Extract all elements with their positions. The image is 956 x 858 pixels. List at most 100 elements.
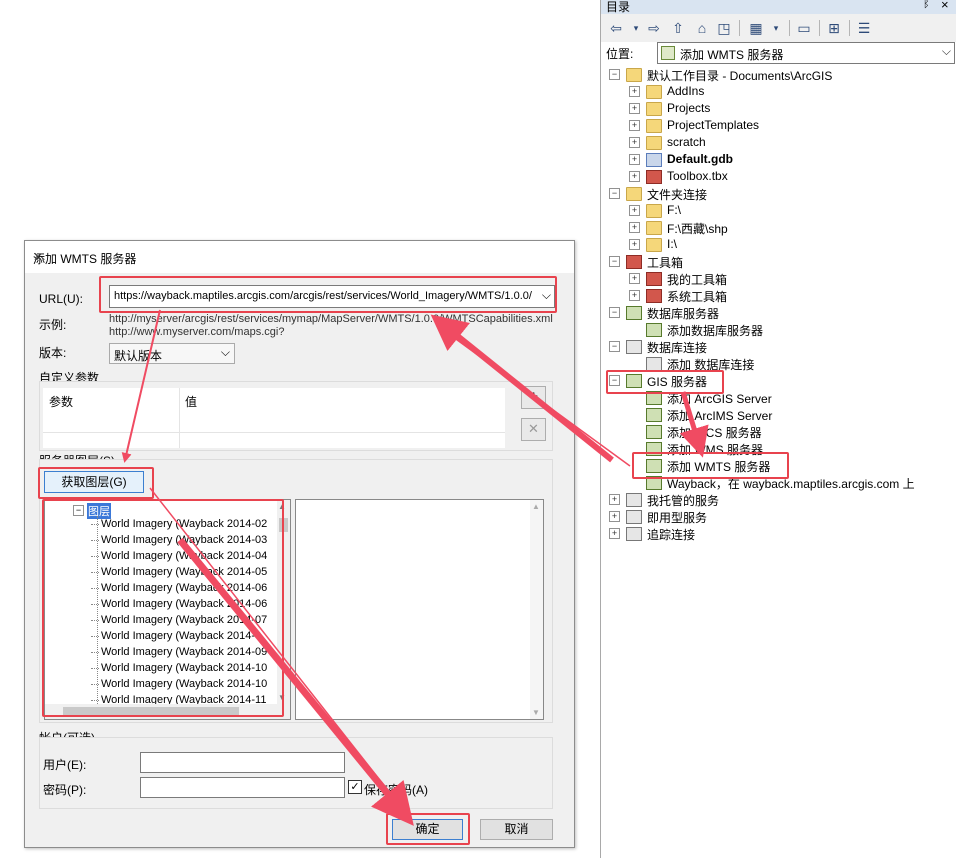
toolbox-icon	[646, 272, 662, 286]
expand-icon[interactable]: +	[609, 494, 620, 505]
add-icon: +	[529, 388, 538, 405]
database-server-icon	[626, 306, 642, 320]
expand-icon[interactable]: +	[629, 273, 640, 284]
save-password-checkbox[interactable]: ✓	[348, 780, 362, 794]
expand-icon[interactable]: +	[629, 120, 640, 131]
delete-icon: ✕	[528, 421, 539, 436]
layer-preview-panel: ▲ ▼	[295, 499, 544, 720]
version-value: 默认版本	[114, 349, 163, 363]
scroll-up-icon[interactable]: ▲	[532, 502, 540, 511]
column-divider	[179, 388, 180, 448]
view-options-icon[interactable]: ▦	[747, 19, 765, 37]
expand-icon[interactable]: +	[629, 290, 640, 301]
tracking-connection-icon	[626, 527, 642, 541]
highlight-url	[99, 276, 557, 313]
tree-item-label: AddIns	[667, 84, 705, 98]
new-folder-icon[interactable]: ▭	[795, 19, 813, 37]
password-label: 密码(P):	[43, 783, 87, 797]
location-label: 位置:	[606, 47, 634, 61]
account-group	[39, 737, 553, 809]
user-label: 用户(E):	[43, 758, 87, 772]
highlight-layers-list	[42, 499, 284, 717]
toolbar-separator	[739, 20, 740, 36]
close-icon[interactable]: ✕	[33, 250, 564, 264]
tree-item-label: 添加数据库服务器	[667, 324, 764, 338]
tree-item-label: 我托管的服务	[647, 494, 720, 508]
options-icon[interactable]: ☰	[855, 19, 873, 37]
expand-icon[interactable]: +	[629, 205, 640, 216]
tree-item-label: 默认工作目录 - Documents\ArcGIS	[647, 69, 833, 83]
dialog-title-bar: 添加 WMTS 服务器 ✕	[25, 241, 574, 273]
connect-folder-icon[interactable]: ◳	[715, 19, 733, 37]
tree-item-label: 添加 WCS 服务器	[667, 426, 762, 440]
collapse-icon[interactable]: −	[609, 188, 620, 199]
wmts-server-icon	[661, 46, 675, 60]
expand-icon[interactable]: +	[629, 154, 640, 165]
back-icon[interactable]: ⇦	[607, 19, 625, 37]
forward-icon[interactable]: ⇨	[645, 19, 663, 37]
expand-icon[interactable]: +	[629, 222, 640, 233]
chevron-down-icon[interactable]: ⌵	[942, 44, 951, 59]
expand-icon[interactable]: +	[629, 171, 640, 182]
highlight-ok	[386, 813, 470, 845]
chevron-down-icon[interactable]: ⌵	[221, 345, 230, 360]
tree-item-label: Projects	[667, 101, 711, 115]
custom-params-group: 参数 值 + ✕	[39, 381, 553, 451]
expand-icon[interactable]: +	[629, 239, 640, 250]
toggle-tree-icon[interactable]: ⊞	[825, 19, 843, 37]
highlight-gis-server	[606, 370, 724, 394]
folder-icon	[646, 221, 662, 235]
version-label: 版本:	[39, 346, 67, 360]
add-param-button[interactable]: +	[521, 386, 546, 409]
pin-icon[interactable]: ᛒ	[923, 0, 930, 10]
password-input[interactable]	[140, 777, 345, 798]
tree-item-label: 添加 ArcIMS Server	[667, 409, 773, 423]
back-dropdown-icon[interactable]: ▾	[627, 19, 645, 37]
collapse-icon[interactable]: −	[609, 256, 620, 267]
remove-param-button[interactable]: ✕	[521, 418, 546, 441]
home-folder-icon	[626, 68, 642, 82]
highlight-get-layers	[38, 467, 154, 499]
example-url-1: http://myserver/arcgis/rest/services/mym…	[109, 313, 553, 325]
tree-item-label: 工具箱	[647, 256, 684, 270]
expand-icon[interactable]: +	[629, 137, 640, 148]
tree-item-label: 我的工具箱	[667, 273, 728, 287]
cancel-button[interactable]: 取消	[480, 819, 553, 840]
expand-icon[interactable]: +	[629, 86, 640, 97]
home-icon[interactable]: ⌂	[693, 19, 711, 37]
collapse-icon[interactable]: −	[609, 69, 620, 80]
geodatabase-icon	[646, 153, 662, 167]
expand-icon[interactable]: +	[609, 511, 620, 522]
collapse-icon[interactable]: −	[609, 307, 620, 318]
close-icon[interactable]: ×	[941, 0, 949, 12]
catalog-title: 目录	[606, 0, 631, 14]
catalog-window: 目录 ᛒ × ⇦ ▾ ⇨ ⇧ ⌂ ◳ ▦ ▾ ▭ ⊞ ☰ 位置: 添加 WMTS…	[600, 0, 956, 858]
collapse-icon[interactable]: −	[609, 341, 620, 352]
params-grid[interactable]: 参数 值	[43, 388, 505, 448]
toolbar-separator	[849, 20, 850, 36]
expand-icon[interactable]: +	[609, 528, 620, 539]
location-combobox[interactable]: 添加 WMTS 服务器 ⌵	[657, 42, 955, 64]
tree-item-label: scratch	[667, 135, 706, 149]
user-input[interactable]	[140, 752, 345, 773]
catalog-title-bar: 目录 ᛒ ×	[601, 0, 956, 14]
tree-item-label: Toolbox.tbx	[667, 169, 728, 183]
add-server-icon	[646, 323, 662, 337]
expand-icon[interactable]: +	[629, 103, 640, 114]
scroll-down-icon[interactable]: ▼	[532, 708, 540, 717]
save-password-label: 保存密码(A)	[364, 783, 428, 797]
up-level-icon[interactable]: ⇧	[669, 19, 687, 37]
view-dropdown-icon[interactable]: ▾	[767, 19, 785, 37]
version-select[interactable]: 默认版本 ⌵	[109, 343, 235, 364]
tree-item-label: Default.gdb	[667, 152, 733, 166]
toolbar-separator	[789, 20, 790, 36]
database-connection-icon	[626, 340, 642, 354]
folder-icon	[646, 102, 662, 116]
tree-item-label: 即用型服务	[647, 511, 708, 525]
highlight-add-wmts	[632, 452, 789, 479]
row-divider	[43, 432, 505, 433]
tree-item-label: 追踪连接	[647, 528, 696, 542]
toolbar-separator	[819, 20, 820, 36]
vertical-scrollbar[interactable]: ▲ ▼	[530, 500, 543, 719]
toolbox-icon	[646, 289, 662, 303]
